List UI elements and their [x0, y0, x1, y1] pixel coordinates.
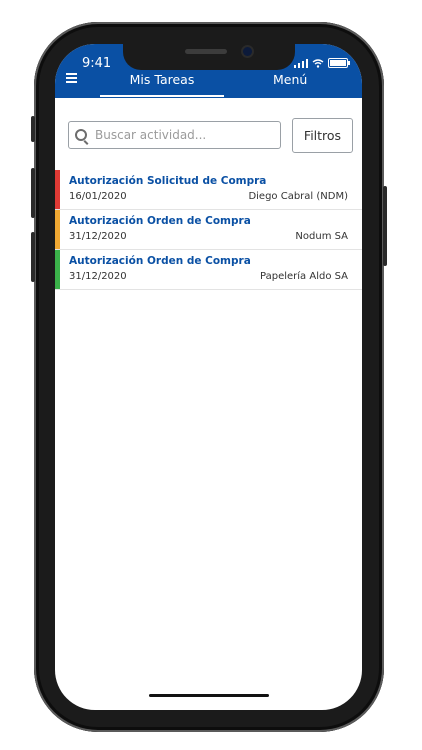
task-row[interactable]: Autorización Orden de Compra 31/12/2020 … [55, 210, 362, 250]
task-company: Diego Cabral (NDM) [248, 191, 348, 202]
wifi-icon [312, 58, 324, 68]
volume-down-button [31, 232, 35, 282]
status-indicator [55, 210, 60, 249]
active-tab-indicator [100, 95, 224, 97]
tab-mis-tareas[interactable]: Mis Tareas [100, 72, 224, 96]
status-icons [293, 58, 350, 68]
notch [123, 44, 295, 70]
status-indicator [55, 250, 60, 289]
search-box[interactable] [68, 121, 281, 149]
task-date: 31/12/2020 [69, 231, 127, 242]
task-date: 16/01/2020 [69, 191, 127, 202]
task-company: Nodum SA [295, 231, 348, 242]
search-input[interactable] [95, 122, 275, 148]
task-company: Papelería Aldo SA [260, 271, 348, 282]
volume-up-button [31, 168, 35, 218]
task-title: Autorización Solicitud de Compra [69, 175, 267, 187]
filters-button[interactable]: Filtros [292, 118, 353, 153]
status-time: 9:41 [82, 56, 112, 71]
speaker [185, 49, 227, 54]
power-button [383, 186, 387, 266]
tab-menu[interactable]: Menú [273, 72, 307, 87]
app-screen: 9:41 Mis Tareas Menú Filtros Autorizació… [55, 44, 362, 710]
signal-icon [293, 58, 308, 68]
home-indicator[interactable] [149, 694, 269, 697]
search-icon [75, 129, 87, 141]
camera [243, 47, 252, 56]
status-indicator [55, 170, 60, 209]
task-row[interactable]: Autorización Orden de Compra 31/12/2020 … [55, 250, 362, 290]
task-title: Autorización Orden de Compra [69, 215, 251, 227]
task-list: Autorización Solicitud de Compra 16/01/2… [55, 170, 362, 290]
task-row[interactable]: Autorización Solicitud de Compra 16/01/2… [55, 170, 362, 210]
mute-switch [31, 116, 35, 142]
task-title: Autorización Orden de Compra [69, 255, 251, 267]
battery-icon [328, 58, 350, 68]
task-date: 31/12/2020 [69, 271, 127, 282]
hamburger-menu-icon[interactable] [66, 73, 77, 85]
